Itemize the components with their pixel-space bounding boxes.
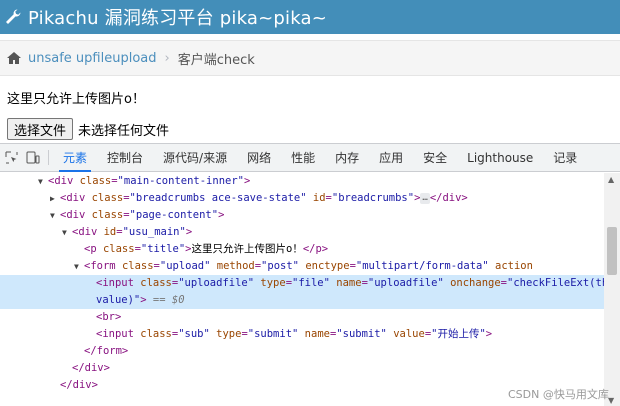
- tab-recorder[interactable]: 记录: [543, 144, 587, 171]
- dom-tree: ▼ <div class="main-content-inner"> ▶ <div …: [0, 173, 604, 406]
- expanded-triangle-icon[interactable]: ▼: [74, 258, 84, 275]
- breadcrumb: unsafe upfileupload › 客户端check: [0, 40, 620, 76]
- tab-elements[interactable]: 元素: [53, 144, 97, 172]
- tab-memory[interactable]: 内存: [325, 144, 369, 171]
- devtools-tabbar: 元素 控制台 源代码/来源 网络 性能 内存 应用 安全 Lighthouse …: [0, 144, 620, 172]
- tab-sources[interactable]: 源代码/来源: [153, 144, 237, 171]
- tab-network[interactable]: 网络: [237, 144, 281, 171]
- tab-lighthouse[interactable]: Lighthouse: [457, 144, 543, 171]
- dom-node-p-title[interactable]: <p class="title">这里只允许上传图片o！</p>: [0, 241, 604, 258]
- expanded-triangle-icon[interactable]: ▼: [38, 173, 48, 190]
- app-title[interactable]: Pikachu 漏洞练习平台 pika~pika~: [28, 4, 327, 30]
- dom-node-usu-main[interactable]: ▼ <div id="usu_main">: [0, 224, 604, 241]
- dom-node-form-close[interactable]: </form>: [0, 343, 604, 360]
- selected-node-marker: == $0: [152, 294, 185, 306]
- dom-node-main-content-inner[interactable]: ▼ <div class="main-content-inner">: [0, 173, 604, 190]
- watermark: CSDN @快马用文库: [508, 388, 609, 401]
- breadcrumb-current: 客户端check: [177, 52, 255, 68]
- dom-node-input-sub[interactable]: <input class="sub" type="submit" name="s…: [0, 326, 604, 343]
- toolbar-divider: [48, 150, 49, 165]
- dom-node-input-uploadfile[interactable]: <input class="uploadfile" type="file" na…: [0, 275, 604, 292]
- collapsed-triangle-icon[interactable]: ▶: [50, 190, 60, 207]
- scrollbar-thumb[interactable]: [607, 227, 617, 275]
- wrench-icon: [2, 6, 24, 28]
- scroll-up-icon[interactable]: ▲: [608, 175, 614, 184]
- dom-node-div-close[interactable]: </div>: [0, 360, 604, 377]
- dom-node-input-uploadfile-cont[interactable]: value)"> == $0: [0, 292, 604, 309]
- dom-node-br[interactable]: <br>: [0, 309, 604, 326]
- devtools-panel: 元素 控制台 源代码/来源 网络 性能 内存 应用 安全 Lighthouse …: [0, 143, 620, 406]
- ellipsis-badge[interactable]: …: [420, 192, 430, 204]
- tab-security[interactable]: 安全: [413, 144, 457, 171]
- breadcrumb-link-upfileupload[interactable]: unsafe upfileupload: [28, 51, 157, 66]
- file-upload-row: 选择文件 未选择任何文件: [7, 118, 169, 140]
- expanded-triangle-icon[interactable]: ▼: [62, 224, 72, 241]
- choose-file-button[interactable]: 选择文件: [7, 118, 74, 140]
- expanded-triangle-icon[interactable]: ▼: [50, 207, 60, 224]
- tab-performance[interactable]: 性能: [281, 144, 325, 171]
- dom-node-breadcrumbs[interactable]: ▶ <div class="breadcrumbs ace-save-state"…: [0, 190, 604, 207]
- dom-node-form-upload[interactable]: ▼ <form class="upload" method="post" enct…: [0, 258, 604, 275]
- dom-node-page-content[interactable]: ▼ <div class="page-content">: [0, 207, 604, 224]
- app-header: Pikachu 漏洞练习平台 pika~pika~: [0, 0, 620, 34]
- page-title: 这里只允许上传图片o！: [7, 92, 145, 107]
- home-icon[interactable]: [6, 50, 22, 66]
- file-status-text: 未选择任何文件: [78, 123, 170, 139]
- dom-scrollbar[interactable]: ▲ ▼: [604, 173, 620, 406]
- tab-console[interactable]: 控制台: [97, 144, 153, 171]
- chevron-right-icon: ›: [164, 50, 170, 66]
- device-toolbar-icon[interactable]: [22, 144, 44, 171]
- tab-application[interactable]: 应用: [369, 144, 413, 171]
- inspect-element-icon[interactable]: [0, 144, 22, 171]
